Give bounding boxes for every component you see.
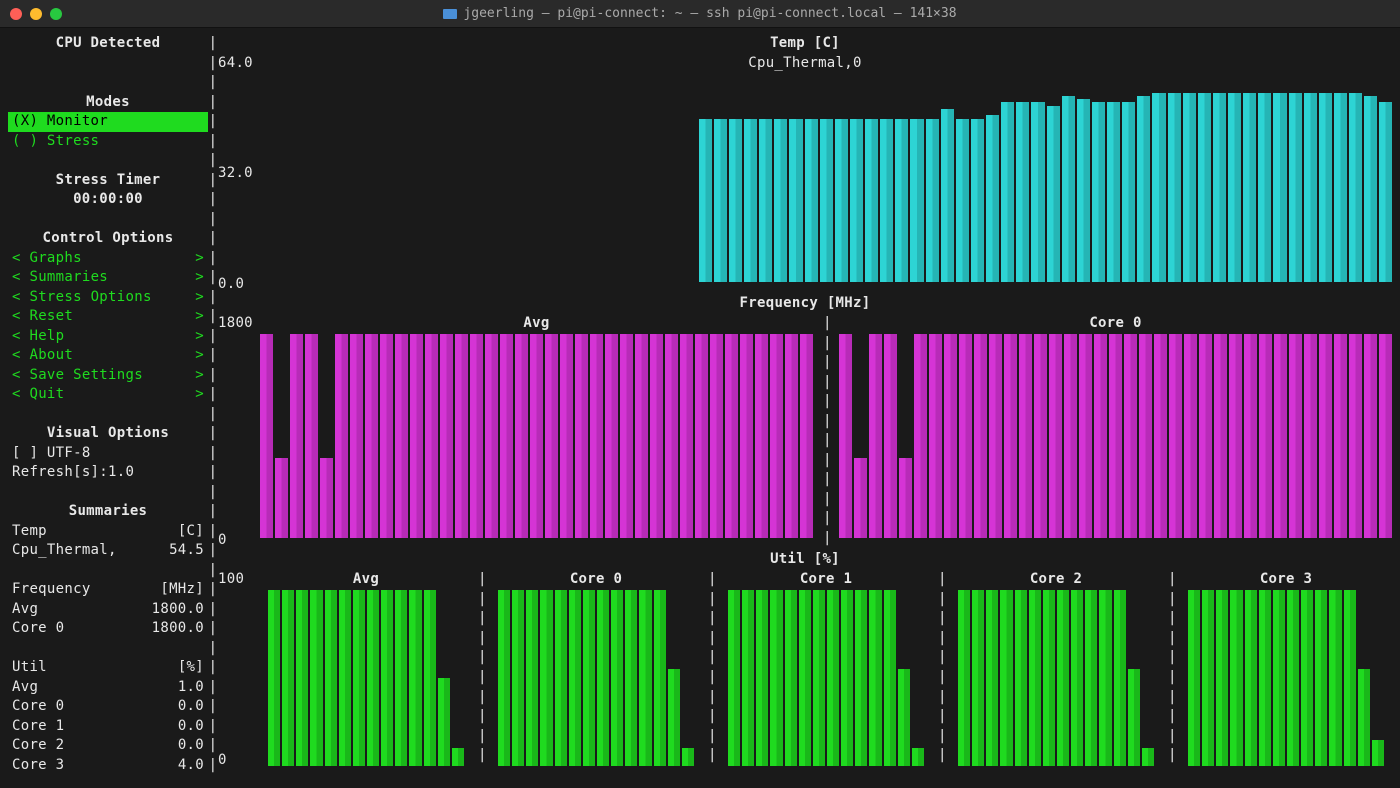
freq-c0-title: Core 0 bbox=[839, 314, 1392, 334]
summary-util-c0-row: Core 00.0 bbox=[8, 697, 208, 717]
freq-avg-title: Avg bbox=[260, 314, 813, 334]
control-save-settings[interactable]: < Save Settings> bbox=[8, 366, 208, 386]
util-c3-bars bbox=[1188, 590, 1384, 767]
summary-util-row: Util[%] bbox=[8, 658, 208, 678]
vertical-divider: |||||||||||||||||||||||||||||||||||||| bbox=[208, 34, 218, 784]
window-titlebar: jgeerling — pi@pi-connect: ~ — ssh pi@pi… bbox=[0, 0, 1400, 28]
freq-axis-min: 0 bbox=[218, 531, 227, 551]
freq-axis-max: 1800 bbox=[218, 314, 253, 334]
summary-util-c1-row: Core 10.0 bbox=[8, 717, 208, 737]
modes-header: Modes bbox=[8, 93, 208, 113]
temp-bars bbox=[260, 73, 1392, 282]
temp-axis-min: 0.0 bbox=[218, 275, 244, 295]
stress-timer-header: Stress Timer bbox=[8, 171, 208, 191]
control-options-header: Control Options bbox=[8, 229, 208, 249]
traffic-lights bbox=[10, 8, 62, 20]
control-help[interactable]: < Help> bbox=[8, 327, 208, 347]
util-avg-col: Avg bbox=[260, 570, 472, 766]
util-c3-title: Core 3 bbox=[1180, 570, 1392, 590]
refresh-setting[interactable]: Refresh[s]:1.0 bbox=[8, 463, 208, 483]
util-axis-max: 100 bbox=[218, 570, 244, 590]
util-c0-col: Core 0 bbox=[490, 570, 702, 766]
control-about[interactable]: < About> bbox=[8, 346, 208, 366]
freq-vertical-sep: |||||||||||| bbox=[823, 314, 829, 538]
summary-util-c3-row: Core 34.0 bbox=[8, 756, 208, 776]
summaries-header: Summaries bbox=[8, 502, 208, 522]
freq-avg-bars bbox=[260, 334, 813, 539]
control-summaries[interactable]: < Summaries> bbox=[8, 268, 208, 288]
mode-monitor[interactable]: (X) Monitor bbox=[8, 112, 208, 132]
util-panel: Util [%] 100 0 Avg |||||||||| Core 0 |||… bbox=[218, 550, 1392, 770]
freq-c0-bars bbox=[839, 334, 1392, 539]
mode-stress[interactable]: ( ) Stress bbox=[8, 133, 103, 149]
control-stress-options[interactable]: < Stress Options> bbox=[8, 288, 208, 308]
window-title: jgeerling — pi@pi-connect: ~ — ssh pi@pi… bbox=[0, 6, 1400, 21]
summary-util-avg-row: Avg1.0 bbox=[8, 678, 208, 698]
util-axis-min: 0 bbox=[218, 751, 227, 771]
temp-title: Temp [C] bbox=[218, 34, 1392, 54]
summary-freq-row: Frequency[MHz] bbox=[8, 580, 208, 600]
util-c0-title: Core 0 bbox=[490, 570, 702, 590]
util-c0-bars bbox=[498, 590, 694, 767]
util-sep-2: |||||||||| bbox=[708, 570, 714, 766]
cpu-detected-header: CPU Detected bbox=[8, 34, 208, 54]
util-c1-col: Core 1 bbox=[720, 570, 932, 766]
close-window-icon[interactable] bbox=[10, 8, 22, 20]
visual-options-header: Visual Options bbox=[8, 424, 208, 444]
control-quit[interactable]: < Quit> bbox=[8, 385, 208, 405]
util-avg-title: Avg bbox=[260, 570, 472, 590]
summary-temp-row: Temp[C] bbox=[8, 522, 208, 542]
temp-panel: Temp [C] Cpu_Thermal,0 64.0 32.0 0.0 bbox=[218, 34, 1392, 294]
freq-c0-col: Core 0 bbox=[839, 314, 1392, 538]
charts-area: Temp [C] Cpu_Thermal,0 64.0 32.0 0.0 Fre… bbox=[218, 34, 1392, 784]
temp-axis-mid: 32.0 bbox=[218, 164, 253, 184]
freq-title: Frequency [MHz] bbox=[218, 294, 1392, 314]
temp-subtitle: Cpu_Thermal,0 bbox=[218, 54, 1392, 74]
summary-core0-row: Core 01800.0 bbox=[8, 619, 208, 639]
util-sep-4: |||||||||| bbox=[1168, 570, 1174, 766]
util-c1-title: Core 1 bbox=[720, 570, 932, 590]
minimize-window-icon[interactable] bbox=[30, 8, 42, 20]
summary-util-c2-row: Core 20.0 bbox=[8, 736, 208, 756]
temp-axis-max: 64.0 bbox=[218, 54, 253, 74]
util-c2-bars bbox=[958, 590, 1154, 767]
folder-icon bbox=[443, 9, 457, 19]
util-sep-3: |||||||||| bbox=[938, 570, 944, 766]
freq-panel: Frequency [MHz] 1800 0 Avg |||||||||||| … bbox=[218, 294, 1392, 550]
util-c1-bars bbox=[728, 590, 924, 767]
freq-avg-col: Avg bbox=[260, 314, 813, 538]
utf8-checkbox[interactable]: [ ] UTF-8 bbox=[8, 444, 208, 464]
control-graphs[interactable]: < Graphs> bbox=[8, 249, 208, 269]
summary-cpu-thermal-row: Cpu_Thermal,54.5 bbox=[8, 541, 208, 561]
util-c2-col: Core 2 bbox=[950, 570, 1162, 766]
util-title: Util [%] bbox=[218, 550, 1392, 570]
control-reset[interactable]: < Reset> bbox=[8, 307, 208, 327]
maximize-window-icon[interactable] bbox=[50, 8, 62, 20]
util-c2-title: Core 2 bbox=[950, 570, 1162, 590]
sidebar: CPU Detected Modes (X) Monitor ( ) Stres… bbox=[8, 34, 208, 784]
util-c3-col: Core 3 bbox=[1180, 570, 1392, 766]
util-sep-1: |||||||||| bbox=[478, 570, 484, 766]
summary-avg-row: Avg1800.0 bbox=[8, 600, 208, 620]
stress-timer-value: 00:00:00 bbox=[8, 190, 208, 210]
util-avg-bars bbox=[268, 590, 464, 767]
